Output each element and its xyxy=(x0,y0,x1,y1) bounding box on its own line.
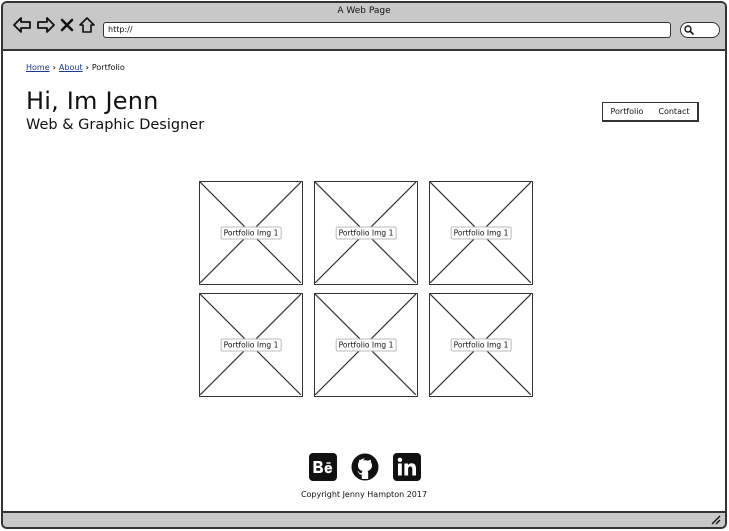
portfolio-image-placeholder[interactable]: Portfolio Img 1 xyxy=(199,293,303,397)
browser-nav-controls xyxy=(12,16,96,34)
portfolio-image-caption: Portfolio Img 1 xyxy=(220,226,282,240)
resize-grip-icon[interactable] xyxy=(711,515,721,525)
page-subtitle: Web & Graphic Designer xyxy=(26,117,205,133)
forward-icon[interactable] xyxy=(36,16,56,34)
portfolio-image-placeholder[interactable]: Portfolio Img 1 xyxy=(429,181,533,285)
breadcrumb-current: Portfolio xyxy=(91,63,125,72)
breadcrumb: Home › About › Portfolio xyxy=(26,63,125,72)
portfolio-image-placeholder[interactable]: Portfolio Img 1 xyxy=(199,181,303,285)
breadcrumb-about-link[interactable]: About xyxy=(59,63,83,72)
portfolio-image-placeholder[interactable]: Portfolio Img 1 xyxy=(429,293,533,397)
browser-window: A Web Page http:// Home › About › Portfo… xyxy=(1,1,727,529)
portfolio-image-caption: Portfolio Img 1 xyxy=(450,338,512,352)
chevron-right-icon: › xyxy=(85,63,89,72)
chevron-right-icon: › xyxy=(52,63,56,72)
search-icon xyxy=(684,25,694,35)
page-title: Hi, Im Jenn xyxy=(26,87,159,115)
portfolio-image-caption: Portfolio Img 1 xyxy=(335,226,397,240)
linkedin-icon[interactable] xyxy=(393,453,421,481)
portfolio-image-placeholder[interactable]: Portfolio Img 1 xyxy=(314,181,418,285)
home-icon[interactable] xyxy=(78,16,96,34)
window-title: A Web Page xyxy=(337,6,391,16)
behance-icon[interactable] xyxy=(309,453,337,481)
github-icon[interactable] xyxy=(351,453,379,481)
top-nav: Portfolio Contact xyxy=(602,102,699,122)
url-input[interactable]: http:// xyxy=(103,22,671,38)
portfolio-image-caption: Portfolio Img 1 xyxy=(220,338,282,352)
nav-contact-link[interactable]: Contact xyxy=(658,107,689,116)
portfolio-image-caption: Portfolio Img 1 xyxy=(450,226,512,240)
close-icon[interactable] xyxy=(60,17,74,33)
copyright-text: Copyright Jenny Hampton 2017 xyxy=(300,490,428,499)
portfolio-gallery: Portfolio Img 1 Portfolio Img 1 Portfoli… xyxy=(199,181,533,399)
nav-portfolio-link[interactable]: Portfolio xyxy=(610,107,643,116)
browser-chrome: A Web Page http:// xyxy=(3,3,725,51)
breadcrumb-home-link[interactable]: Home xyxy=(26,63,50,72)
status-bar xyxy=(3,511,725,527)
back-icon[interactable] xyxy=(12,16,32,34)
portfolio-image-placeholder[interactable]: Portfolio Img 1 xyxy=(314,293,418,397)
social-links xyxy=(309,453,421,481)
portfolio-image-caption: Portfolio Img 1 xyxy=(335,338,397,352)
browser-search-field[interactable] xyxy=(680,22,720,38)
